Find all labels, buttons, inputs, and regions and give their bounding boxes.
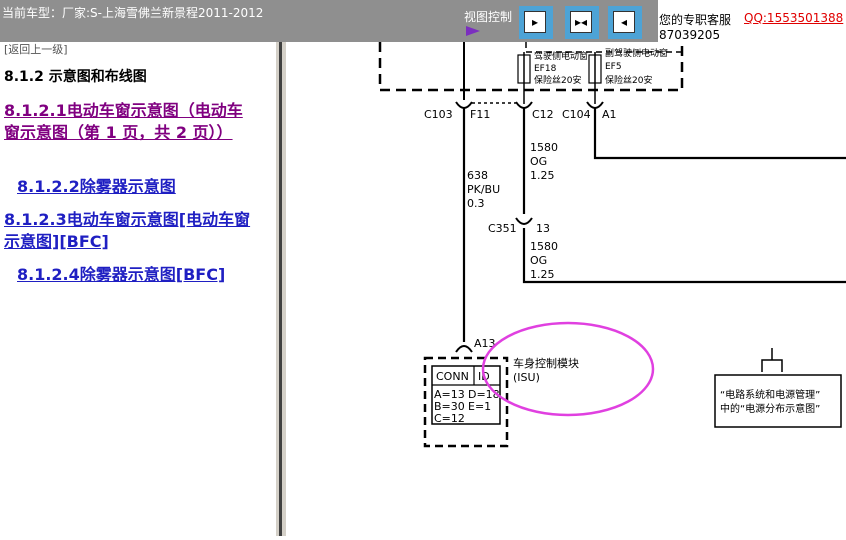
- connector-label-f11: F11: [470, 108, 490, 121]
- connector-c351-icon: [515, 217, 533, 225]
- fuse-2-title: 副驾驶侧电动窗: [605, 47, 668, 59]
- arrow-right-icon: ▸: [524, 11, 546, 33]
- connector-label-c12: C12: [532, 108, 554, 121]
- wire-3-circuit: 1580: [530, 240, 558, 253]
- wire-1-circuit: 638: [467, 169, 488, 182]
- diagram-svg: 驾驶侧电动窗 EF18 保险丝20安 副驾驶侧电动窗 EF5 保险丝20安 C1…: [378, 42, 846, 448]
- wire-1-size: 0.3: [467, 197, 485, 210]
- vehicle-title: 当前车型：厂家:S-上海雪佛兰新景程2011-2012: [2, 6, 264, 20]
- collapse-center-icon: ▸◂: [570, 11, 592, 33]
- support-label: 您的专职客服: [659, 13, 732, 27]
- module-name: 车身控制模块: [513, 356, 579, 370]
- fuse-2-id: EF5: [605, 62, 622, 72]
- wiring-diagram: 驾驶侧电动窗 EF18 保险丝20安 副驾驶侧电动窗 EF5 保险丝20安 C1…: [286, 42, 846, 536]
- connector-label-c104: C104: [562, 108, 591, 121]
- connector-a13-icon: [455, 345, 473, 353]
- module-conn-label: CONN: [436, 370, 469, 383]
- reference-box: [714, 374, 842, 428]
- fuse-1-rating: 保险丝20安: [534, 74, 581, 86]
- reference-line-2: 中的“电源分布示意图”: [720, 402, 820, 415]
- pane-splitter[interactable]: [276, 42, 286, 536]
- connector-label-c103: C103: [424, 108, 453, 121]
- pin-e: E=1: [468, 400, 491, 413]
- nav-panel: [返回上一级] 8.1.2 示意图和布线图 8.1.2.1电动车窗示意图（电动车…: [0, 42, 276, 536]
- nav-item: 8.1.2.3电动车窗示意图[电动车窗示意图][BFC]: [4, 209, 254, 253]
- connector-label-a1: A1: [602, 108, 617, 121]
- support-qq-link[interactable]: QQ:1553501388: [744, 11, 843, 25]
- view-control-arrow-icon: [466, 26, 480, 36]
- wire-3-size: 1.25: [530, 268, 555, 281]
- view-button-expand-right[interactable]: ▸: [519, 6, 553, 39]
- support-panel: 您的专职客服 QQ:1553501388 87039205: [658, 0, 846, 42]
- nav-link-8-1-2-2[interactable]: 8.1.2.2除雾器示意图: [17, 177, 176, 196]
- nav-item: 8.1.2.1电动车窗示意图（电动车窗示意图（第 1 页，共 2 页））: [4, 100, 254, 144]
- header-bar: 当前车型：厂家:S-上海雪佛兰新景程2011-2012 视图控制 ▸ ▸◂ ◂ …: [0, 0, 846, 42]
- view-button-expand-left[interactable]: ◂: [608, 6, 642, 39]
- wire-2-circuit: 1580: [530, 141, 558, 154]
- nav-link-8-1-2-1[interactable]: 8.1.2.1电动车窗示意图（电动车窗示意图（第 1 页，共 2 页））: [4, 101, 243, 142]
- nav-item: 8.1.2.4除雾器示意图[BFC]: [17, 264, 267, 286]
- splitter-handle[interactable]: [279, 42, 282, 536]
- connector-label-c351: C351: [488, 222, 517, 235]
- wire-3-color: OG: [530, 254, 547, 267]
- support-phone: 87039205: [659, 28, 721, 42]
- arrow-left-icon: ◂: [613, 11, 635, 33]
- wire-1-color: PK/BU: [467, 183, 500, 196]
- view-button-collapse-center[interactable]: ▸◂: [565, 6, 599, 39]
- fuse-1-id: EF18: [534, 64, 557, 74]
- wire-2-color: OG: [530, 155, 547, 168]
- reference-line-1: “电路系统和电源管理”: [720, 388, 820, 401]
- connector-label-13: 13: [536, 222, 550, 235]
- pin-c: C=12: [434, 412, 465, 425]
- back-link[interactable]: [返回上一级]: [4, 41, 68, 57]
- nav-item: 8.1.2.2除雾器示意图: [17, 176, 267, 198]
- section-title: 8.1.2 示意图和布线图: [4, 69, 147, 85]
- view-control-label: 视图控制: [464, 10, 513, 24]
- wire-2-size: 1.25: [530, 169, 555, 182]
- module-abbr: (ISU): [513, 371, 540, 384]
- fuse-1-title: 驾驶侧电动窗: [534, 50, 588, 62]
- nav-link-8-1-2-4[interactable]: 8.1.2.4除雾器示意图[BFC]: [17, 265, 225, 284]
- fuse-2-rating: 保险丝20安: [605, 74, 652, 86]
- nav-link-8-1-2-3[interactable]: 8.1.2.3电动车窗示意图[电动车窗示意图][BFC]: [4, 210, 250, 251]
